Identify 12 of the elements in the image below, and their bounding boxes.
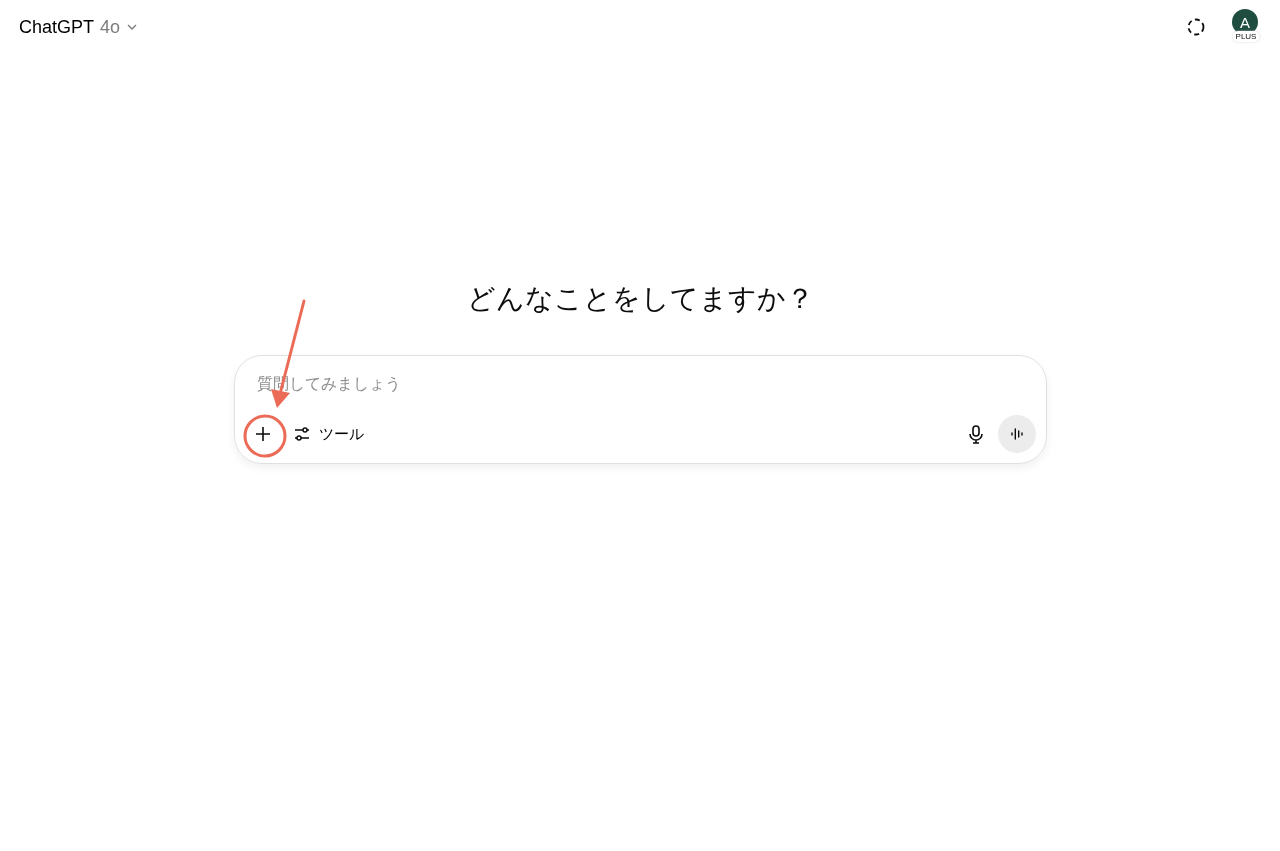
model-version: 4o [100,16,121,38]
temporary-chat-button[interactable] [1186,17,1206,37]
plus-icon [253,425,272,443]
model-selector[interactable]: ChatGPT 4o [19,16,139,38]
waveform-icon [1008,426,1025,442]
dashed-circle-icon [1186,17,1206,37]
sliders-icon [292,425,311,443]
annotation-circle [243,414,286,458]
greeting-heading: どんなことをしてますか？ [466,281,814,317]
plan-badge: PLUS [1232,31,1260,42]
microphone-icon [966,424,985,444]
tools-button[interactable]: ツール [284,418,372,450]
